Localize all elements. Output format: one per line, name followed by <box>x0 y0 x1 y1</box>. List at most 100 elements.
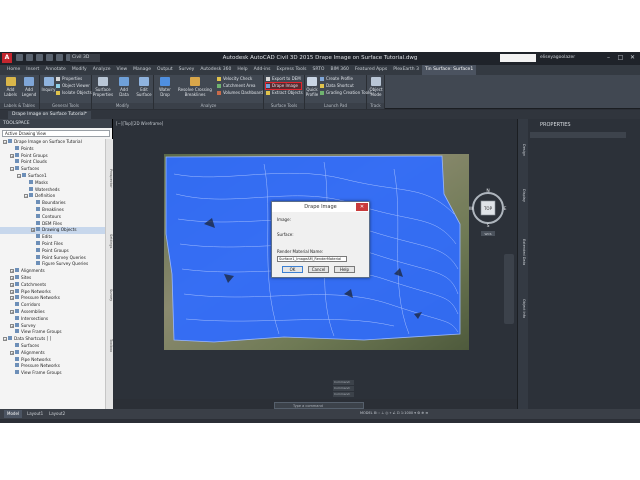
add-legend-button[interactable]: Add Legend <box>20 77 38 97</box>
tree-node[interactable]: Pipe Networks <box>0 356 105 364</box>
tree-node[interactable]: Contours <box>0 213 105 221</box>
quick-profile-button[interactable]: Quick Profile <box>305 77 319 97</box>
ok-button[interactable]: OK <box>282 266 303 273</box>
expand-toggle-icon[interactable]: + <box>10 282 14 287</box>
tree-node[interactable]: + Assemblies <box>0 308 105 316</box>
compass-e[interactable]: E <box>504 206 507 212</box>
tree-node[interactable]: Point Clouds <box>0 159 105 166</box>
tree-node[interactable]: + Point Groups <box>0 152 105 160</box>
expand-toggle-icon[interactable]: + <box>10 309 14 314</box>
expand-toggle-icon[interactable]: − <box>3 337 7 342</box>
tree-node[interactable]: Watersheds <box>0 186 105 194</box>
minimize-button[interactable]: – <box>603 53 614 63</box>
velocity-check-button[interactable]: Velocity Check <box>217 76 252 82</box>
create-profile-button[interactable]: Create Profile <box>320 76 353 82</box>
tab-design[interactable]: Design <box>520 144 526 156</box>
tree-node[interactable]: + Pipe Networks <box>0 288 105 296</box>
isolate-objects-button[interactable]: Isolate Objects <box>56 90 92 96</box>
compass-n[interactable]: N <box>486 188 489 194</box>
edit-surface-button[interactable]: Edit Surface <box>134 77 154 97</box>
maximize-button[interactable]: □ <box>615 53 626 63</box>
file-tab[interactable]: Drape Image on Surface Tutorial* <box>8 111 92 119</box>
tab-featured-apps[interactable]: Featured Apps <box>352 65 390 75</box>
tab-plexearth[interactable]: PlexEarth 3 <box>390 65 422 75</box>
drape-image-button[interactable]: Drape Image <box>265 82 302 90</box>
expand-toggle-icon[interactable]: − <box>3 140 7 144</box>
tree-node[interactable]: Points <box>0 145 105 153</box>
search-input[interactable] <box>500 54 536 62</box>
viewcube[interactable]: TOP N S E W WCS <box>469 187 507 237</box>
tree-node[interactable]: Boundaries <box>0 200 105 207</box>
tree-node[interactable]: Point Survey Queries <box>0 254 105 262</box>
user-name[interactable]: eliseyagoolazer <box>540 55 575 60</box>
tree-node[interactable]: − Drape Image on Surface Tutorial <box>0 139 105 146</box>
status-tools[interactable]: MODEL ⊞ ∷ ⊥ ◎ ⌖ ∠ ⊡ 1:1000 ▾ ⚙ ⊕ ≡ <box>360 411 428 415</box>
tree-node[interactable]: + Catchments <box>0 281 105 289</box>
catchment-area-button[interactable]: Catchment Area <box>217 83 255 89</box>
cancel-button[interactable]: Cancel <box>308 266 329 273</box>
expand-toggle-icon[interactable]: + <box>10 153 14 158</box>
tab-bim-360[interactable]: BIM 360 <box>327 65 351 75</box>
tree-node[interactable]: + Survey <box>0 322 105 330</box>
tree-node[interactable]: − Surface1 <box>0 172 105 180</box>
extract-objects-button[interactable]: Extract Objects <box>266 90 303 96</box>
tab-output[interactable]: Output <box>154 65 176 75</box>
tree-node[interactable]: − Surfaces <box>0 166 105 173</box>
render-material-input[interactable]: Surface1_ImageAM_RenderMaterial <box>277 256 347 262</box>
tree-node[interactable]: Pressure Networks <box>0 363 105 370</box>
volumes-dashboard-button[interactable]: Volumes Dashboard <box>217 90 263 96</box>
tab-display[interactable]: Display <box>520 189 526 202</box>
tab-modify[interactable]: Modify <box>69 65 90 75</box>
tree-node[interactable]: Point Files <box>0 240 105 248</box>
tree-node[interactable]: Intersections <box>0 315 105 323</box>
data-shortcut-button[interactable]: Data Shortcut <box>320 83 354 89</box>
compass-w[interactable]: W <box>469 206 474 212</box>
properties-button[interactable]: Properties <box>56 76 82 82</box>
tree-node[interactable]: View Frame Groups <box>0 329 105 336</box>
resolve-crossing-breaklines-button[interactable]: Resolve Crossing Breaklines <box>175 77 215 97</box>
tree-node[interactable]: Figure Survey Queries <box>0 261 105 268</box>
help-button[interactable]: Help <box>334 266 355 273</box>
tree-node[interactable]: + Pressure Networks <box>0 295 105 302</box>
tree-node[interactable]: Corridors <box>0 302 105 309</box>
add-data-button[interactable]: Add Data <box>115 77 133 97</box>
expand-toggle-icon[interactable]: + <box>10 289 14 294</box>
tab-srto[interactable]: SRTO <box>310 65 328 75</box>
tab-autodesk-360[interactable]: Autodesk 360 <box>197 65 234 75</box>
expand-toggle-icon[interactable]: − <box>17 173 21 178</box>
surface-properties-button[interactable]: Surface Properties <box>92 77 114 97</box>
navigation-bar[interactable] <box>504 254 514 324</box>
tab-survey[interactable]: Survey <box>176 65 198 75</box>
tab-model[interactable]: Model <box>4 410 23 418</box>
tab-extended-data[interactable]: Extended Data <box>520 239 526 265</box>
tree-node[interactable]: View Frame Groups <box>0 370 105 377</box>
viewport-label[interactable]: [−][Top][2D Wireframe] <box>116 121 163 126</box>
expand-toggle-icon[interactable]: + <box>10 275 14 280</box>
tree-node[interactable]: − Definition <box>0 193 105 200</box>
object-viewer-button[interactable]: Object Viewer <box>56 83 90 89</box>
tab-analyze[interactable]: Analyze <box>90 65 114 75</box>
compass-s[interactable]: S <box>487 223 490 229</box>
grading-creation-tools-button[interactable]: Grading Creation Tools <box>320 90 371 96</box>
tab-layout2[interactable]: Layout2 <box>46 410 68 418</box>
expand-toggle-icon[interactable]: − <box>24 194 28 199</box>
tab-view[interactable]: View <box>113 65 130 75</box>
dialog-close-button[interactable]: ✕ <box>356 203 368 211</box>
command-input[interactable]: Type a command <box>274 402 364 409</box>
tree-node[interactable]: Edits <box>0 234 105 241</box>
tree-node[interactable]: − Data Shortcuts [ ] <box>0 336 105 343</box>
tab-tin-surface[interactable]: Tin Surface: Surface1 <box>421 65 477 75</box>
tab-annotate[interactable]: Annotate <box>42 65 69 75</box>
export-to-dem-button[interactable]: Export to DEM <box>266 76 301 82</box>
tree-node[interactable]: + Sites <box>0 274 105 282</box>
expand-toggle-icon[interactable]: + <box>10 296 14 301</box>
water-drop-button[interactable]: Water Drop <box>155 77 175 97</box>
tab-home[interactable]: Home <box>4 65 23 75</box>
tree-node[interactable]: DEM Files <box>0 220 105 228</box>
properties-selector[interactable] <box>530 132 626 138</box>
expand-toggle-icon[interactable]: + <box>10 323 14 328</box>
tab-layout1[interactable]: Layout1 <box>24 410 46 418</box>
inquiry-button[interactable]: Inquiry <box>41 77 56 92</box>
tab-help[interactable]: Help <box>234 65 250 75</box>
expand-toggle-icon[interactable]: + <box>10 350 14 355</box>
